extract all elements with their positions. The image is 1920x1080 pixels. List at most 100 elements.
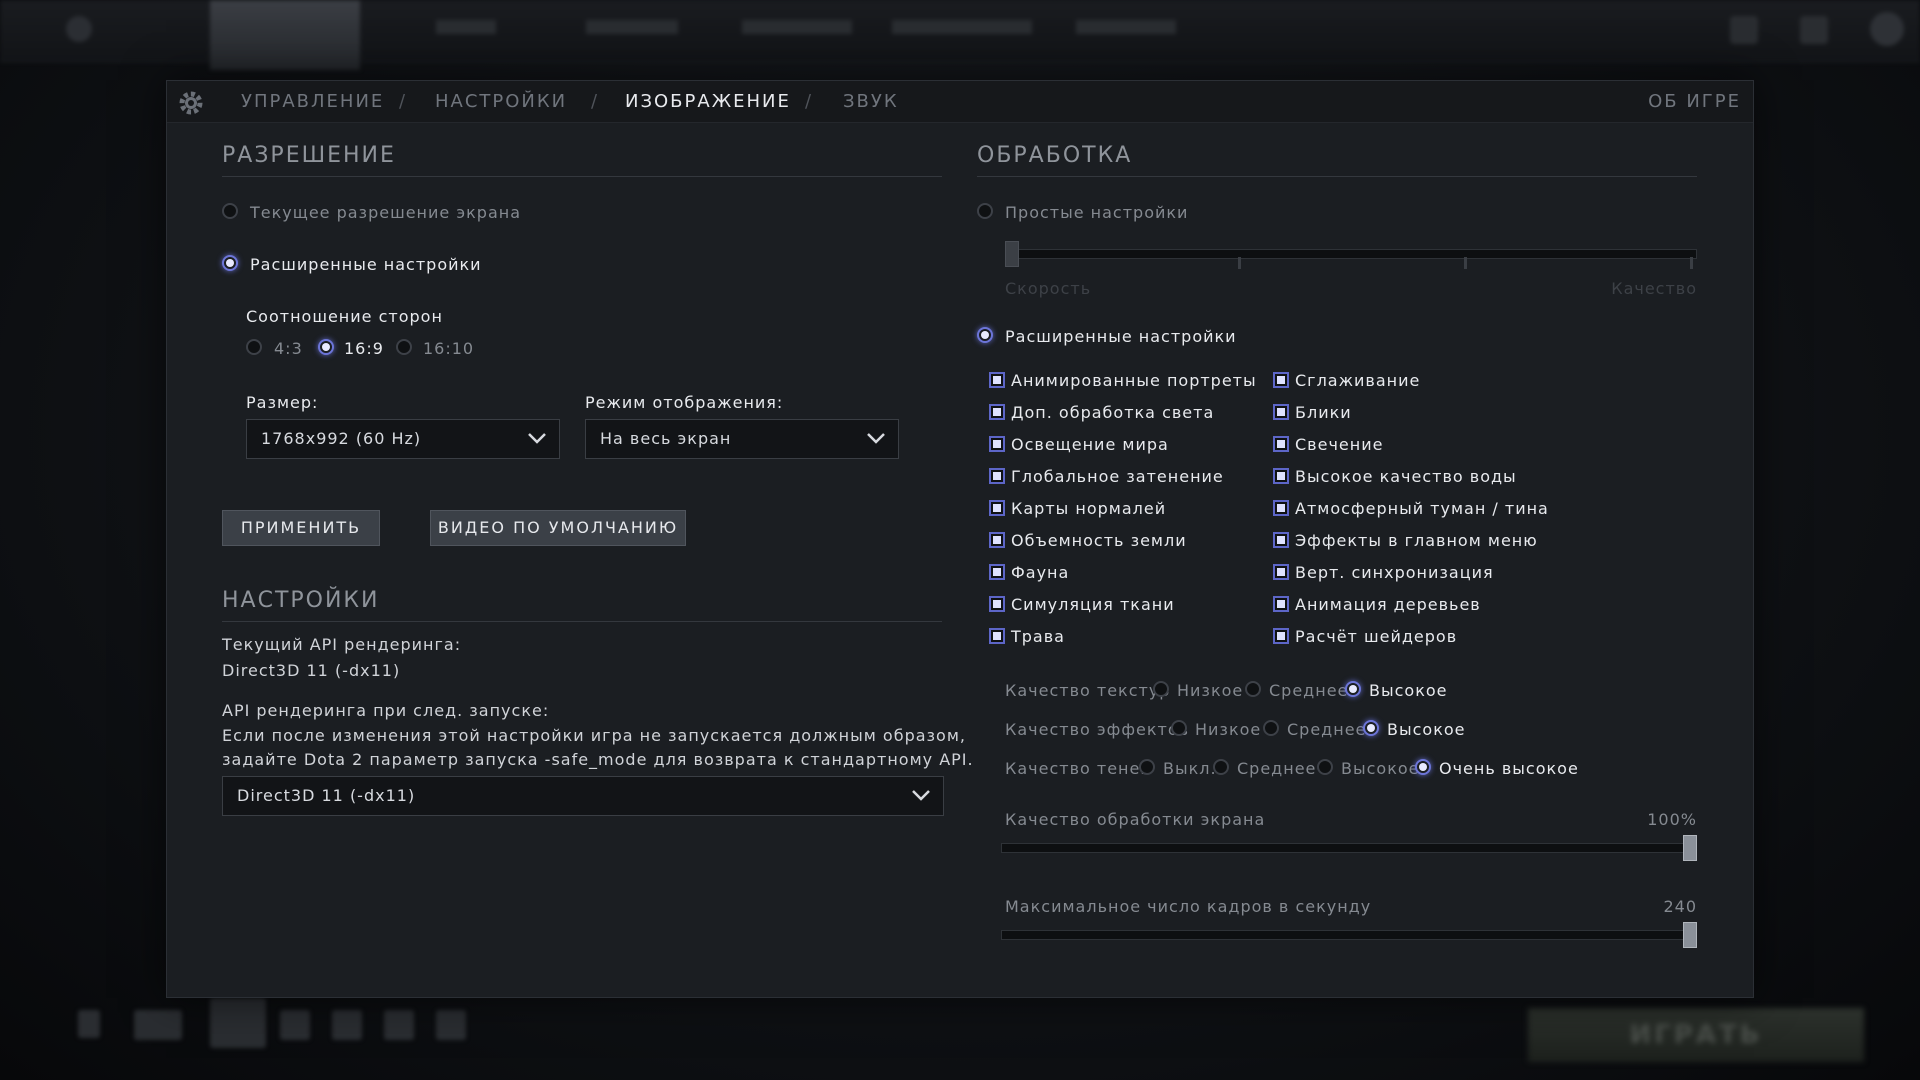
checkbox-label: Анимация деревьев bbox=[1295, 595, 1481, 614]
render-api-select[interactable]: Direct3D 11 (-dx11) bbox=[222, 776, 944, 816]
checkbox-label: Фауна bbox=[1011, 563, 1070, 582]
current-resolution-radio[interactable] bbox=[222, 203, 238, 219]
tab-controls[interactable]: УПРАВЛЕНИЕ bbox=[241, 91, 384, 112]
aspect-16-10-radio[interactable] bbox=[396, 339, 412, 355]
display-mode-select[interactable]: На весь экран bbox=[585, 419, 899, 459]
checkbox-label: Расчёт шейдеров bbox=[1295, 627, 1458, 646]
checkbox-world-lighting[interactable] bbox=[989, 436, 1005, 452]
checkbox-high-quality-water[interactable] bbox=[1273, 468, 1289, 484]
api-note-line-2: задайте Dota 2 параметр запуска -safe_mo… bbox=[222, 750, 974, 769]
party-slot-icon bbox=[436, 1010, 466, 1040]
tab-bar: УПРАВЛЕНИЕ / НАСТРОЙКИ / ИЗОБРАЖЕНИЕ / З… bbox=[167, 81, 1753, 123]
checkbox-grass[interactable] bbox=[989, 628, 1005, 644]
tab-sound[interactable]: ЗВУК bbox=[843, 91, 899, 112]
checkbox-atmospheric-fog[interactable] bbox=[1273, 500, 1289, 516]
texture-low-label: Низкое bbox=[1177, 681, 1244, 700]
max-fps-value: 240 bbox=[1663, 897, 1697, 916]
checkbox-main-menu-effects[interactable] bbox=[1273, 532, 1289, 548]
nav-item-blurred bbox=[586, 20, 678, 34]
tab-video[interactable]: ИЗОБРАЖЕНИЕ bbox=[625, 91, 791, 112]
video-defaults-button[interactable]: ВИДЕО ПО УМОЛЧАНИЮ bbox=[430, 510, 686, 546]
checkbox-additional-lighting[interactable] bbox=[989, 404, 1005, 420]
effects-quality-label: Качество эффектов bbox=[1005, 720, 1190, 739]
settings-title: НАСТРОЙКИ bbox=[222, 588, 380, 613]
nav-item-blurred bbox=[742, 20, 852, 34]
texture-high-label: Высокое bbox=[1369, 681, 1448, 700]
checkbox-label: Атмосферный туман / тина bbox=[1295, 499, 1549, 518]
checkbox-bloom[interactable] bbox=[1273, 436, 1289, 452]
max-fps-slider-thumb[interactable] bbox=[1683, 922, 1697, 948]
nav-item-blurred bbox=[1076, 20, 1176, 34]
gear-icon[interactable] bbox=[175, 87, 207, 119]
checkbox-label: Сглаживание bbox=[1295, 371, 1421, 390]
size-select[interactable]: 1768x992 (60 Hz) bbox=[246, 419, 560, 459]
checkbox-label: Освещение мира bbox=[1011, 435, 1169, 454]
effects-medium-label: Среднее bbox=[1287, 720, 1367, 739]
checkbox-normal-maps[interactable] bbox=[989, 500, 1005, 516]
play-button[interactable]: ИГРАТЬ bbox=[1528, 1008, 1864, 1062]
tab-separator: / bbox=[591, 91, 598, 112]
shadow-high-label: Высокое bbox=[1341, 759, 1420, 778]
chevron-down-icon bbox=[528, 433, 546, 444]
checkbox-cloth-simulation[interactable] bbox=[989, 596, 1005, 612]
quality-preset-slider-thumb[interactable] bbox=[1005, 241, 1019, 267]
shadow-medium-label: Среднее bbox=[1237, 759, 1317, 778]
checkbox-label: Трава bbox=[1011, 627, 1065, 646]
checkbox-label: Верт. синхронизация bbox=[1295, 563, 1494, 582]
advanced-rendering-radio[interactable] bbox=[977, 327, 993, 343]
checkbox-antialiasing[interactable] bbox=[1273, 372, 1289, 388]
texture-high-radio[interactable] bbox=[1345, 681, 1361, 697]
checkbox-tree-animation[interactable] bbox=[1273, 596, 1289, 612]
party-slot-icon bbox=[384, 1010, 414, 1040]
checkbox-animated-portraits[interactable] bbox=[989, 372, 1005, 388]
checkbox-vsync[interactable] bbox=[1273, 564, 1289, 580]
effects-medium-radio[interactable] bbox=[1263, 720, 1279, 736]
max-fps-slider[interactable] bbox=[1001, 930, 1697, 940]
api-next-label: API рендеринга при след. запуске: bbox=[222, 701, 550, 720]
advanced-resolution-label: Расширенные настройки bbox=[250, 255, 482, 274]
shadow-very-high-radio[interactable] bbox=[1415, 759, 1431, 775]
effects-low-label: Низкое bbox=[1195, 720, 1262, 739]
checkbox-compute-shaders[interactable] bbox=[1273, 628, 1289, 644]
slider-tick bbox=[1238, 257, 1241, 269]
size-select-value: 1768x992 (60 Hz) bbox=[261, 429, 422, 448]
checkbox-label: Симуляция ткани bbox=[1011, 595, 1175, 614]
apply-button[interactable]: ПРИМЕНИТЬ bbox=[222, 510, 380, 546]
chevron-down-icon bbox=[912, 790, 930, 801]
shadow-medium-radio[interactable] bbox=[1213, 759, 1229, 775]
effects-low-radio[interactable] bbox=[1171, 720, 1187, 736]
texture-medium-radio[interactable] bbox=[1245, 681, 1261, 697]
checkbox-label: Доп. обработка света bbox=[1011, 403, 1215, 422]
simple-settings-radio[interactable] bbox=[977, 203, 993, 219]
screen-quality-slider-thumb[interactable] bbox=[1683, 835, 1697, 861]
top-navigation-blurred bbox=[0, 0, 1920, 70]
checkbox-ground-parallax[interactable] bbox=[989, 532, 1005, 548]
checkbox-label: Блики bbox=[1295, 403, 1352, 422]
friends-icon bbox=[1730, 16, 1758, 44]
screen-quality-slider[interactable] bbox=[1001, 843, 1697, 853]
divider bbox=[222, 176, 942, 177]
aspect-4-3-label: 4:3 bbox=[274, 339, 303, 358]
settings-icon bbox=[78, 1010, 100, 1038]
tab-about[interactable]: ОБ ИГРЕ bbox=[1648, 91, 1741, 112]
aspect-16-9-radio[interactable] bbox=[318, 339, 334, 355]
quality-label: Качество bbox=[1611, 279, 1697, 298]
effects-high-radio[interactable] bbox=[1363, 720, 1379, 736]
resolution-title: РАЗРЕШЕНИЕ bbox=[222, 143, 396, 168]
api-note-line-1: Если после изменения этой настройки игра… bbox=[222, 726, 966, 745]
checkbox-ambient-creatures[interactable] bbox=[989, 564, 1005, 580]
checkbox-specular[interactable] bbox=[1273, 404, 1289, 420]
party-slot-icon bbox=[332, 1010, 362, 1040]
shadow-high-radio[interactable] bbox=[1317, 759, 1333, 775]
checkbox-ambient-occlusion[interactable] bbox=[989, 468, 1005, 484]
aspect-4-3-radio[interactable] bbox=[246, 339, 262, 355]
aspect-16-10-label: 16:10 bbox=[423, 339, 475, 358]
tab-separator: / bbox=[805, 91, 812, 112]
texture-low-radio[interactable] bbox=[1153, 681, 1169, 697]
texture-quality-label: Качество текстур bbox=[1005, 681, 1171, 700]
advanced-resolution-radio[interactable] bbox=[222, 255, 238, 271]
nav-item-blurred bbox=[892, 20, 1032, 34]
quality-preset-slider[interactable] bbox=[1005, 249, 1697, 259]
tab-settings[interactable]: НАСТРОЙКИ bbox=[435, 91, 567, 112]
shadow-off-radio[interactable] bbox=[1139, 759, 1155, 775]
